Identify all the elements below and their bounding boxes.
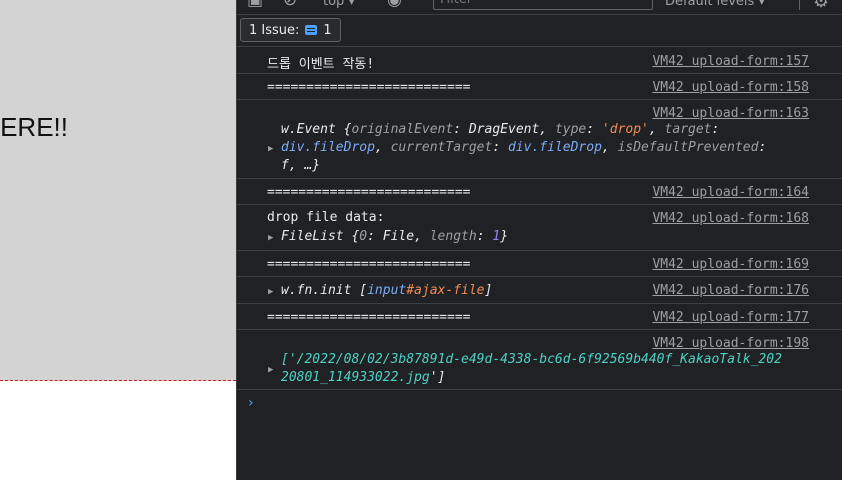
toolbar-divider xyxy=(799,0,800,10)
file-drop-zone[interactable]: ERE!! xyxy=(0,0,236,381)
source-link[interactable]: VM42 upload-form:198 xyxy=(652,336,809,351)
source-link[interactable]: VM42 upload-form:157 xyxy=(652,54,809,69)
message-text: 드롭 이벤트 작동! xyxy=(267,57,375,72)
gear-icon[interactable]: ⚙ xyxy=(813,0,829,12)
console-message: ========================== VM42 upload-f… xyxy=(237,74,842,100)
log-levels-dropdown[interactable]: Default levels ▾ xyxy=(665,0,765,9)
console-message: VM42 upload-form:198 ▶ ['/2022/08/02/3b8… xyxy=(237,330,842,390)
console-message: ========================== VM42 upload-f… xyxy=(237,304,842,330)
console-toolbar: ▣ ⊘ top ▾ ◉ Default levels ▾ ⚙ xyxy=(237,0,842,15)
object-preview-line: div.fileDrop, currentTarget: div.fileDro… xyxy=(281,140,767,155)
context-selector[interactable]: top ▾ xyxy=(323,0,355,9)
filter-input[interactable] xyxy=(433,0,653,10)
issues-button[interactable]: 1 Issue: 1 xyxy=(240,18,341,42)
issues-bar: 1 Issue: 1 xyxy=(237,14,842,47)
sidebar-icon[interactable]: ▣ xyxy=(247,0,263,10)
console-message: ========================== VM42 upload-f… xyxy=(237,179,842,205)
drop-zone-text: ERE!! xyxy=(0,112,68,142)
console-message: VM42 upload-form:163 w.Event {originalEv… xyxy=(237,100,842,179)
triangle-right-icon[interactable]: ▶ xyxy=(268,365,273,375)
triangle-right-icon[interactable]: ▶ xyxy=(268,233,273,243)
source-link[interactable]: VM42 upload-form:163 xyxy=(652,106,809,121)
page-area: ERE!! xyxy=(0,0,236,480)
console-message: drop file data: VM42 upload-form:168 ▶ F… xyxy=(237,205,842,251)
clear-console-icon[interactable]: ⊘ xyxy=(283,0,297,10)
console-prompt[interactable]: › xyxy=(248,395,254,411)
object-preview-line: f, …} xyxy=(281,158,321,173)
array-preview-line: ['/2022/08/02/3b87891d-e49d-4338-bc6d-6f… xyxy=(281,352,782,367)
issues-label: 1 Issue: xyxy=(249,22,300,38)
message-text: ========================== xyxy=(267,257,471,272)
devtools-console-panel: ▣ ⊘ top ▾ ◉ Default levels ▾ ⚙ 1 Issue: … xyxy=(236,0,842,480)
array-preview-line: 20801_114933022.jpg'] xyxy=(281,370,446,385)
source-link[interactable]: VM42 upload-form:168 xyxy=(652,211,809,226)
triangle-right-icon[interactable]: ▶ xyxy=(268,144,273,154)
message-text: ========================== xyxy=(267,185,471,200)
message-text: drop file data: xyxy=(267,210,385,225)
message-text: ========================== xyxy=(267,80,471,95)
issues-count: 1 xyxy=(323,22,332,38)
console-message: ========================== VM42 upload-f… xyxy=(237,251,842,277)
message-text: ========================== xyxy=(267,310,471,325)
object-preview-line: FileList {0: File, length: 1} xyxy=(281,229,509,244)
source-link[interactable]: VM42 upload-form:169 xyxy=(652,257,809,272)
object-preview-line: w.fn.init [input#ajax-file] xyxy=(281,283,493,298)
source-link[interactable]: VM42 upload-form:177 xyxy=(652,310,809,325)
source-link[interactable]: VM42 upload-form:158 xyxy=(652,80,809,95)
console-message: 드롭 이벤트 작동! VM42 upload-form:157 xyxy=(237,48,842,74)
console-message: VM42 upload-form:176 ▶ w.fn.init [input#… xyxy=(237,277,842,304)
eye-icon[interactable]: ◉ xyxy=(387,0,402,10)
message-icon xyxy=(305,25,318,35)
source-link[interactable]: VM42 upload-form:164 xyxy=(652,185,809,200)
object-preview-line: w.Event {originalEvent: DragEvent, type:… xyxy=(281,122,720,137)
triangle-right-icon[interactable]: ▶ xyxy=(268,287,273,297)
source-link[interactable]: VM42 upload-form:176 xyxy=(652,283,809,298)
